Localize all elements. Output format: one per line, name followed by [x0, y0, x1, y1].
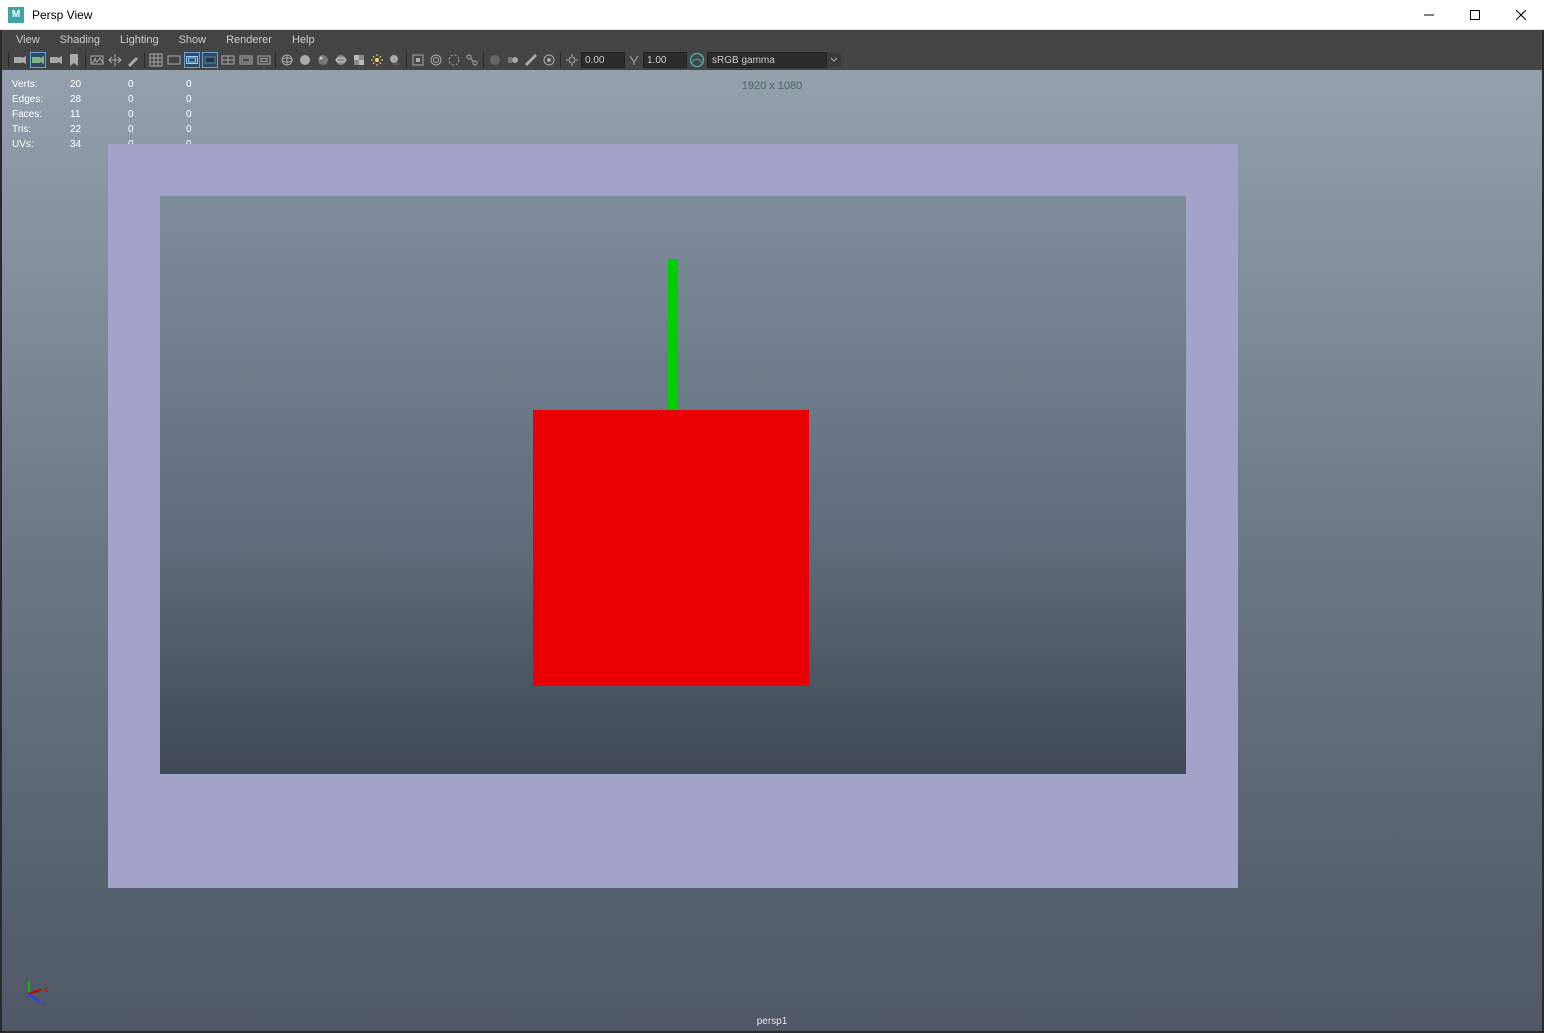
hud-label-uvs: UVs: — [12, 138, 68, 151]
gamma-icon[interactable] — [626, 52, 642, 68]
toolbar-separator — [85, 52, 86, 68]
camera-name-hud: persp1 — [757, 1016, 788, 1027]
toolbar-separator — [406, 52, 407, 68]
safe-action-icon[interactable] — [238, 52, 254, 68]
polycount-hud: Verts:2000 Edges:2800 Faces:1100 Tris:22… — [10, 76, 244, 153]
select-camera-icon[interactable] — [12, 52, 28, 68]
axis-z-label: z — [42, 999, 46, 1008]
lock-camera-icon[interactable] — [30, 52, 46, 68]
toolbar-separator — [275, 52, 276, 68]
menu-view[interactable]: View — [6, 32, 50, 48]
panel-toolbar: sRGB gamma — [2, 50, 1542, 70]
hud-label-tris: Tris: — [12, 123, 68, 136]
2d-pan-zoom-icon[interactable] — [107, 52, 123, 68]
xray-icon[interactable] — [428, 52, 444, 68]
motion-blur-icon[interactable] — [505, 52, 521, 68]
wireframe-on-shaded-icon[interactable] — [333, 52, 349, 68]
view-axis-gizmo: x z — [22, 981, 48, 1007]
use-default-material-icon[interactable] — [315, 52, 331, 68]
dropdown-arrow-icon[interactable] — [827, 53, 841, 67]
use-all-lights-icon[interactable] — [369, 52, 385, 68]
viewport[interactable]: Verts:2000 Edges:2800 Faces:1100 Tris:22… — [2, 70, 1542, 1031]
view-transform-value: sRGB gamma — [712, 55, 775, 66]
toolbar-separator — [8, 52, 9, 68]
menu-renderer[interactable]: Renderer — [216, 32, 282, 48]
y-axis-line — [668, 259, 678, 411]
view-transform-select[interactable]: sRGB gamma — [707, 52, 827, 68]
menu-shading[interactable]: Shading — [50, 32, 110, 48]
resolution-gate-icon[interactable] — [184, 52, 200, 68]
shadows-icon[interactable] — [387, 52, 403, 68]
bookmark-icon[interactable] — [66, 52, 82, 68]
toolbar-separator — [483, 52, 484, 68]
screen-space-ao-icon[interactable] — [487, 52, 503, 68]
menu-show[interactable]: Show — [169, 32, 217, 48]
film-gate-icon[interactable] — [166, 52, 182, 68]
wireframe-icon[interactable] — [279, 52, 295, 68]
hud-label-faces: Faces: — [12, 108, 68, 121]
hud-label-edges: Edges: — [12, 93, 68, 106]
exposure-input[interactable] — [581, 52, 625, 68]
menu-help[interactable]: Help — [282, 32, 325, 48]
scene-geometry-cube[interactable] — [533, 410, 809, 686]
axis-z-icon — [27, 993, 40, 1003]
smooth-shade-all-icon[interactable] — [297, 52, 313, 68]
safe-title-icon[interactable] — [256, 52, 272, 68]
toolbar-separator — [144, 52, 145, 68]
depth-of-field-icon[interactable] — [541, 52, 557, 68]
app-icon: M — [8, 7, 24, 23]
window-titlebar: M Persp View — [0, 0, 1544, 30]
textured-icon[interactable] — [351, 52, 367, 68]
field-chart-icon[interactable] — [220, 52, 236, 68]
resolution-hud: 1920 x 1080 — [742, 80, 803, 92]
axis-x-label: x — [44, 985, 48, 994]
gamma-input[interactable] — [643, 52, 687, 68]
view-transform-icon[interactable] — [689, 52, 705, 68]
menu-bar: View Shading Lighting Show Renderer Help — [2, 30, 1542, 50]
exposure-icon[interactable] — [564, 52, 580, 68]
isolate-select-icon[interactable] — [410, 52, 426, 68]
close-button[interactable] — [1498, 0, 1544, 30]
image-plane-icon[interactable] — [89, 52, 105, 68]
gate-mask-icon[interactable] — [202, 52, 218, 68]
camera-attributes-icon[interactable] — [48, 52, 64, 68]
grease-pencil-icon[interactable] — [125, 52, 141, 68]
grid-icon[interactable] — [148, 52, 164, 68]
toolbar-separator — [560, 52, 561, 68]
multisample-anti-aliasing-icon[interactable] — [523, 52, 539, 68]
xray-active-icon[interactable] — [446, 52, 462, 68]
maximize-button[interactable] — [1452, 0, 1498, 30]
menu-lighting[interactable]: Lighting — [110, 32, 169, 48]
hud-label-verts: Verts: — [12, 78, 68, 91]
minimize-button[interactable] — [1406, 0, 1452, 30]
xray-joints-icon[interactable] — [464, 52, 480, 68]
window-title: Persp View — [32, 8, 92, 22]
